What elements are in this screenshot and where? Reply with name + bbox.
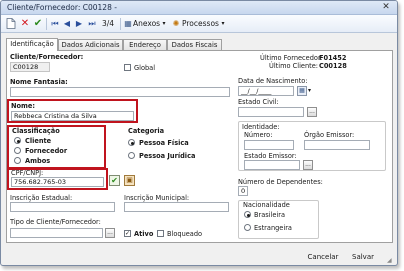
next-icon[interactable]: ▶ <box>74 18 84 30</box>
type-field[interactable] <box>10 228 103 238</box>
fantasy-name-field[interactable] <box>10 87 230 97</box>
radio-ambos-label: Ambos <box>25 157 51 165</box>
birth-date-label: Data de Nascimento: <box>238 77 308 85</box>
category-label: Categoria <box>128 127 165 135</box>
radio-brasileira[interactable] <box>244 211 251 218</box>
toolbar: ✕ ✔ ⏮ ◀ ▶ ⏭ 3/4 ▦ Anexos ▾ ✺ Processos ▾ <box>1 15 397 33</box>
name-field[interactable]: Rebbeca Cristina da Silva <box>11 111 134 121</box>
processes-menu[interactable]: Processos <box>182 18 220 30</box>
radio-estrangeira-label: Estrangeira <box>254 224 292 232</box>
calendar-icon[interactable]: ▦ <box>297 86 307 96</box>
state-registration-label: Inscrição Estadual: <box>10 194 73 202</box>
card-icon[interactable]: ▣ <box>124 175 135 186</box>
first-icon[interactable]: ⏮ <box>49 18 61 30</box>
active-label: Ativo <box>134 230 154 238</box>
annexes-dropdown-icon[interactable]: ▾ <box>161 18 167 30</box>
radio-pessoa-juridica[interactable] <box>128 152 135 159</box>
save-button[interactable]: Salvar <box>350 251 376 263</box>
identity-issuer-label: Órgão Emissor: <box>304 131 355 139</box>
annexes-menu[interactable]: Anexos <box>133 18 161 30</box>
fantasy-name-label: Nome Fantasia: <box>10 78 68 86</box>
cancel-button[interactable]: Cancelar <box>307 251 339 263</box>
civil-status-label: Estado Civil: <box>238 98 279 106</box>
delete-icon[interactable]: ✕ <box>19 18 31 30</box>
client-supplier-window: Cliente/Fornecedor: C00128 - ✕ ✕ ✔ ⏮ ◀ ▶… <box>0 0 398 266</box>
civil-status-field[interactable] <box>238 107 304 117</box>
identity-label: Identidade: <box>242 123 280 131</box>
identity-issuer-field[interactable] <box>304 140 370 150</box>
tab-identificacao[interactable]: Identificação <box>6 38 58 51</box>
validate-check-icon[interactable]: ✔ <box>109 175 120 186</box>
annex-icon: ▦ <box>124 19 132 28</box>
name-label: Nome: <box>11 102 36 110</box>
dependents-label: Número de Dependentes: <box>238 178 323 186</box>
type-label: Tipo de Cliente/Fornecedor: <box>10 218 101 226</box>
record-position: 3/4 <box>101 19 115 28</box>
issuer-state-label: Estado Emissor: <box>244 152 297 160</box>
last-supplier-value: F01452 <box>319 54 347 62</box>
radio-estrangeira[interactable] <box>244 224 251 231</box>
last-icon[interactable]: ⏭ <box>86 18 98 30</box>
code-label: Cliente/Fornecedor: <box>10 53 84 61</box>
municipal-registration-field[interactable] <box>124 202 229 212</box>
radio-cliente-label: Cliente <box>25 137 52 145</box>
radio-brasileira-label: Brasileira <box>254 211 286 219</box>
processes-dropdown-icon[interactable]: ▾ <box>220 18 226 30</box>
blocked-checkbox[interactable] <box>157 230 164 237</box>
municipal-registration-label: Inscrição Municipal: <box>124 194 190 202</box>
cpf-field[interactable]: 756.682.765-03 <box>11 177 104 187</box>
radio-ambos[interactable] <box>14 157 21 164</box>
global-checkbox[interactable] <box>124 64 131 71</box>
radio-pessoa-juridica-label: Pessoa Jurídica <box>139 152 196 160</box>
radio-fornecedor-label: Fornecedor <box>25 147 68 155</box>
classification-label: Classificação <box>12 127 60 135</box>
code-field: C00128 <box>10 62 50 72</box>
identity-number-label: Número: <box>244 131 273 139</box>
global-label: Global <box>134 64 156 72</box>
type-lookup-button[interactable]: ... <box>105 228 115 238</box>
calendar-dropdown-icon[interactable]: ▾ <box>308 86 314 96</box>
gear-icon: ✺ <box>172 19 180 28</box>
prev-icon[interactable]: ◀ <box>62 18 72 30</box>
issuer-state-field[interactable] <box>244 160 300 170</box>
resize-grip-icon[interactable]: ◢ <box>387 257 395 265</box>
dependents-field[interactable]: 0 <box>238 186 248 196</box>
last-client-label: Último Cliente: <box>269 62 318 70</box>
window-title: Cliente/Fornecedor: C00128 - <box>7 3 117 12</box>
blocked-label: Bloqueado <box>167 230 203 238</box>
title-bar: Cliente/Fornecedor: C00128 - ✕ <box>1 1 397 15</box>
last-supplier-label: Último Fornecedor: <box>260 54 323 62</box>
civil-status-lookup-button[interactable]: ... <box>307 107 317 117</box>
nationality-label: Nacionalidade <box>243 201 290 209</box>
identity-number-field[interactable] <box>244 140 294 150</box>
issuer-state-lookup-button[interactable]: ... <box>303 160 313 170</box>
check-icon[interactable]: ✔ <box>32 18 44 30</box>
active-checkbox[interactable]: ✓ <box>124 230 131 237</box>
cpf-label: CPF/CNPJ: <box>11 169 44 177</box>
last-client-value: C00128 <box>319 62 347 70</box>
radio-pessoa-fisica[interactable] <box>128 139 135 146</box>
radio-cliente[interactable] <box>14 137 21 144</box>
radio-pessoa-fisica-label: Pessoa Física <box>139 139 189 147</box>
state-registration-field[interactable] <box>10 202 115 212</box>
radio-fornecedor[interactable] <box>14 147 21 154</box>
birth-date-field[interactable]: __/__/____ <box>238 86 294 96</box>
new-icon[interactable] <box>5 18 17 30</box>
close-button[interactable]: ✕ <box>379 2 393 13</box>
